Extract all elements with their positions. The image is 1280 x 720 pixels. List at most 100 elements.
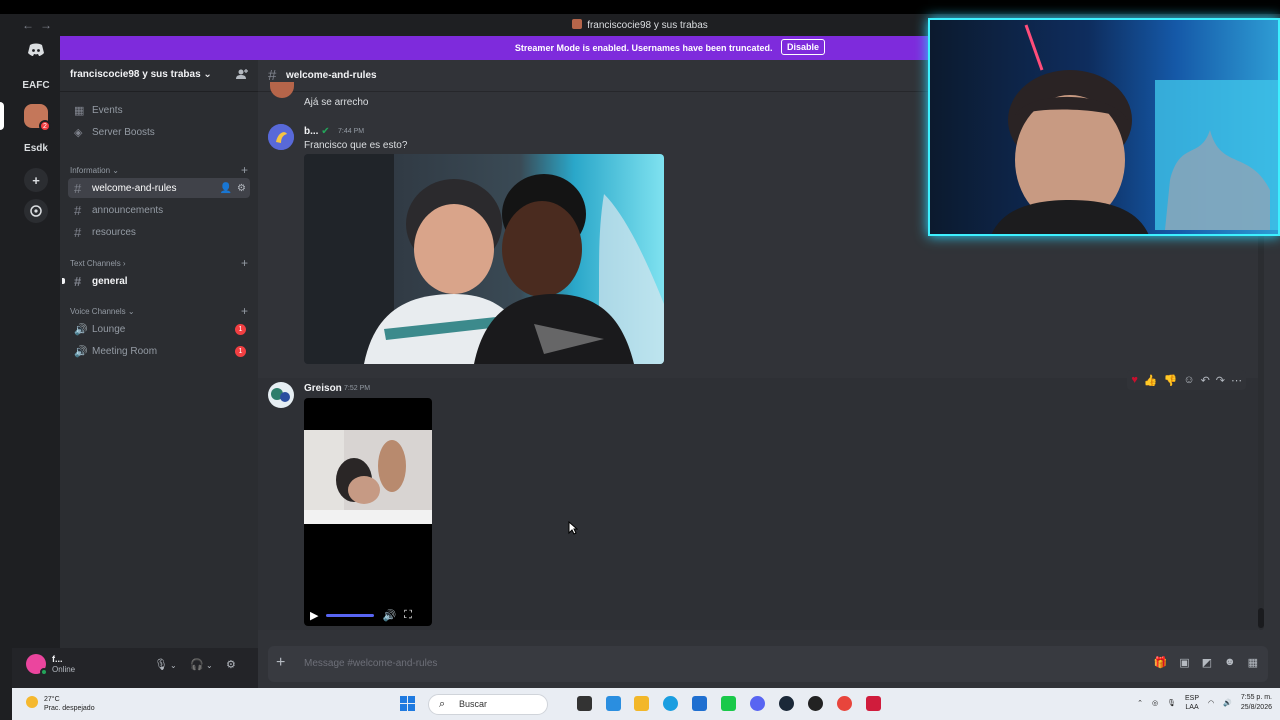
discord-home-icon[interactable] [24,38,48,62]
app-icon[interactable] [866,696,881,711]
banner-text: Streamer Mode is enabled. Usernames have… [514,43,773,53]
more-icon[interactable]: ⋯ [1231,374,1242,387]
channel-resources[interactable]: # resources [68,222,250,242]
video-player[interactable]: ▶ 🔊 ⛶ [304,398,432,626]
search-icon: ⌕ [439,698,446,710]
thumbs-down-icon[interactable]: 👎 [1164,374,1178,387]
thumbs-up-icon[interactable]: 👍 [1144,374,1158,387]
store-icon[interactable] [692,696,707,711]
video-frame[interactable] [304,430,432,524]
sidebar-item-server-boosts[interactable]: ◈ Server Boosts [68,122,250,142]
category-voice-channels[interactable]: Voice Channels ⌄ + [70,304,248,318]
steam-icon[interactable] [779,696,794,711]
emoji-icon[interactable]: ☻ [1224,656,1236,669]
heart-reaction-icon[interactable]: ♥ [1131,374,1138,386]
server-eafc[interactable]: EAFC [18,76,54,94]
chevron-down-icon[interactable]: ⌄ [170,661,177,670]
add-channel-icon[interactable]: + [241,163,248,177]
chevron-up-icon[interactable]: ⌃ [1137,699,1143,707]
add-channel-icon[interactable]: + [241,304,248,318]
speaker-icon: 🔊 [74,323,88,336]
channel-welcome-and-rules[interactable]: # welcome-and-rules 👤 ⚙ [68,178,250,198]
task-view-icon[interactable] [577,696,592,711]
kick-icon[interactable] [721,696,736,711]
channel-general[interactable]: # general [62,271,250,291]
weather-widget[interactable]: 27°C Prac. despejado [44,695,95,713]
message-input[interactable]: Message #welcome-and-rules [304,658,437,669]
attach-plus-icon[interactable]: + [276,654,285,672]
category-information[interactable]: Information ⌄ + [70,163,248,177]
gear-icon[interactable]: ⚙ [237,183,246,194]
verified-icon: ✔ [321,126,330,137]
category-label: Information [70,165,111,175]
message-text: Francisco que es esto? [304,140,408,151]
message-time: 7:44 PM [338,128,365,135]
obs-icon[interactable] [808,696,823,711]
volume-icon[interactable]: 🔊 [382,609,396,622]
gear-icon[interactable]: ⚙ [226,658,236,671]
hash-icon: # [74,273,82,289]
disable-button[interactable]: Disable [781,39,826,55]
message-author[interactable]: Greison [304,383,342,394]
add-reaction-icon[interactable]: ☺ [1183,374,1194,386]
message-author[interactable]: b... ✔ [304,126,330,137]
webcam-overlay [928,18,1280,236]
network-icon[interactable]: ◎ [1152,699,1158,707]
voice-channel-meeting-room[interactable]: 🔊 Meeting Room 1 [68,341,250,361]
server-header[interactable]: franciscocie98 y sus trabas ⌄ [60,60,258,92]
add-channel-icon[interactable]: + [241,256,248,270]
headphones-icon[interactable]: 🎧 [190,658,204,671]
server-esdk[interactable]: Esdk [18,139,54,157]
selected-server-pill [0,102,4,130]
chrome-icon[interactable] [837,696,852,711]
user-count-badge: 1 [235,345,246,357]
fullscreen-icon[interactable]: ⛶ [404,609,412,622]
search-placeholder: Buscar [459,699,488,709]
sticker-icon[interactable]: ◩ [1202,656,1212,669]
channel-label: resources [92,226,136,238]
language-indicator[interactable]: ESP LAA [1185,694,1199,712]
avatar[interactable] [270,82,294,98]
avatar[interactable] [268,382,294,408]
mic-tray-icon[interactable]: 🎙 [1167,699,1176,707]
play-icon[interactable]: ▶ [310,609,318,622]
channel-label: Lounge [92,323,126,335]
voice-channel-lounge[interactable]: 🔊 Lounge 1 [68,319,250,339]
volume-slider[interactable] [326,613,375,617]
sidebar-item-events[interactable]: ▦ Events [68,100,250,120]
clock[interactable]: 7:55 p. m. 25/8/2026 [1241,693,1272,713]
start-button[interactable] [400,696,415,711]
microphone-icon[interactable]: 🎙 [154,658,168,671]
forward-icon[interactable]: ↷ [1216,374,1225,387]
apps-icon[interactable]: ▦ [1248,656,1258,669]
explore-icon[interactable] [24,199,48,223]
category-label: Text Channels [70,258,121,268]
channel-announcements[interactable]: # announcements [68,200,250,220]
message-image[interactable] [304,154,664,364]
events-label: Events [92,104,123,116]
lang-layout: LAA [1185,704,1199,711]
wifi-icon[interactable]: ◠ [1208,699,1214,707]
weather-icon[interactable] [26,696,38,708]
category-text-channels[interactable]: Text Channels › + [70,256,248,270]
scrollbar-thumb[interactable] [1258,608,1264,628]
copilot-icon[interactable] [606,696,621,711]
invite-member-icon[interactable]: 👤 [220,183,232,194]
gift-icon[interactable]: 🎁 [1154,656,1168,669]
file-explorer-icon[interactable] [634,696,649,711]
volume-icon[interactable]: 🔊 [1223,699,1232,707]
taskbar-search[interactable]: ⌕ Buscar [428,694,548,715]
reply-icon[interactable]: ↶ [1201,374,1210,387]
add-server-icon[interactable]: + [24,168,48,192]
user-count-badge: 1 [235,323,246,335]
discord-taskbar-icon[interactable] [750,696,765,711]
edge-icon[interactable] [663,696,678,711]
windows-taskbar: 27°C Prac. despejado ⌕ Buscar ⌃ ◎ 🎙 ESP L… [12,688,1280,720]
chevron-down-icon[interactable]: ⌄ [206,661,213,670]
avatar[interactable] [268,124,294,150]
message-composer[interactable]: + Message #welcome-and-rules 🎁 ▣ ◩ ☻ ▦ [268,646,1268,682]
weather-desc: Prac. despejado [44,705,95,712]
author-name: b... [304,126,319,137]
gif-icon[interactable]: ▣ [1179,656,1189,669]
invite-icon[interactable] [236,68,248,83]
